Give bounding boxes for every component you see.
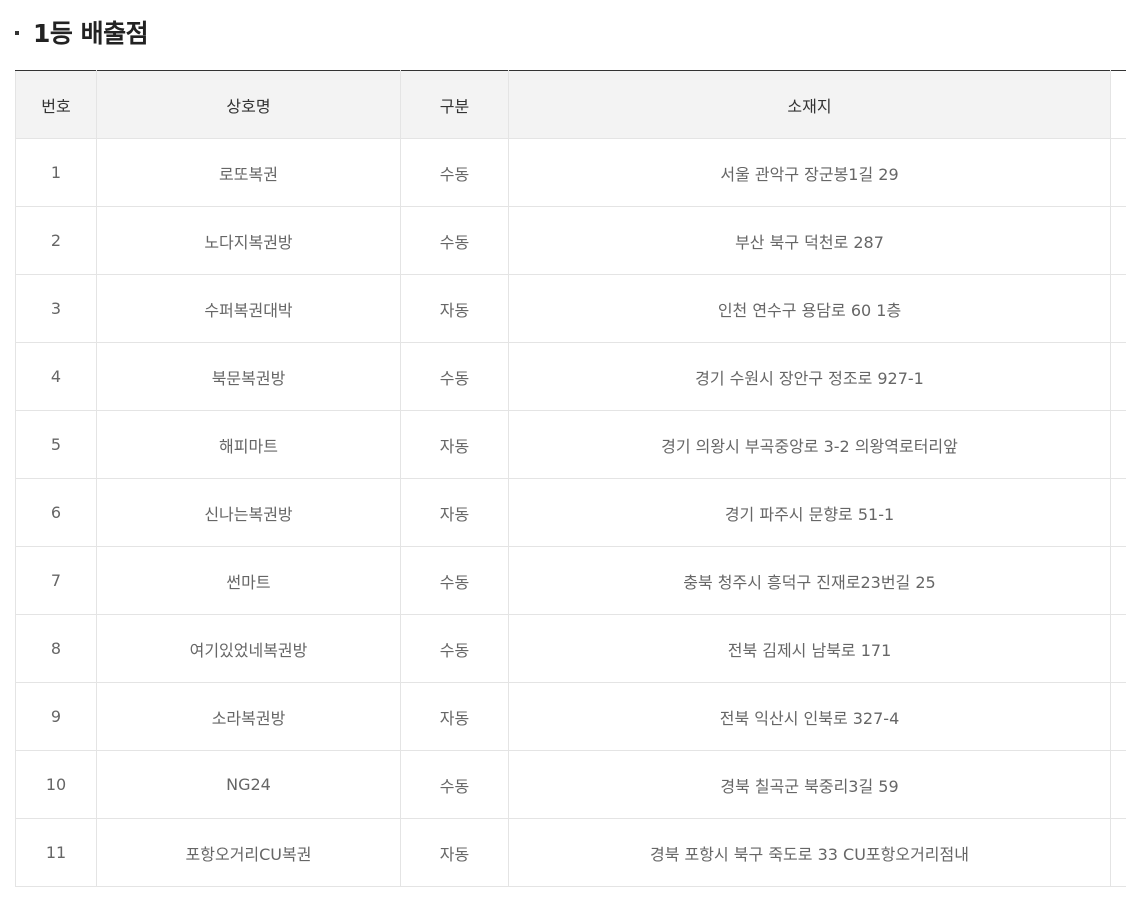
table-header-row: 번호 상호명 구분 소재지 — [15, 70, 1126, 139]
winning-stores-table-container: 번호 상호명 구분 소재지 1 로또복권 수동 서울 관악구 장군봉1길 29 2 노다지… — [15, 70, 1126, 887]
cell-name: 신나는복권방 — [96, 478, 401, 547]
cell-extra — [1110, 614, 1126, 683]
cell-no: 10 — [15, 750, 97, 819]
column-header-type: 구분 — [400, 70, 509, 139]
cell-name: 썬마트 — [96, 546, 401, 615]
cell-extra — [1110, 138, 1126, 207]
cell-no: 5 — [15, 410, 97, 479]
bullet-icon — [15, 31, 19, 35]
cell-address: 경기 파주시 문향로 51-1 — [508, 478, 1111, 547]
table-header: 번호 상호명 구분 소재지 — [15, 70, 1126, 139]
cell-name: 여기있었네복권방 — [96, 614, 401, 683]
cell-no: 8 — [15, 614, 97, 683]
cell-no: 6 — [15, 478, 97, 547]
cell-name: 수퍼복권대박 — [96, 274, 401, 343]
cell-name: 로또복권 — [96, 138, 401, 207]
cell-address: 충북 청주시 흥덕구 진재로23번길 25 — [508, 546, 1111, 615]
cell-no: 3 — [15, 274, 97, 343]
cell-extra — [1110, 342, 1126, 411]
cell-name: 소라복권방 — [96, 682, 401, 751]
cell-no: 11 — [15, 818, 97, 887]
cell-extra — [1110, 818, 1126, 887]
cell-no: 7 — [15, 546, 97, 615]
cell-type: 수동 — [400, 614, 509, 683]
cell-name: 포항오거리CU복권 — [96, 818, 401, 887]
cell-type: 자동 — [400, 410, 509, 479]
cell-address: 전북 김제시 남북로 171 — [508, 614, 1111, 683]
table-row: 8 여기있었네복권방 수동 전북 김제시 남북로 171 — [15, 614, 1126, 683]
cell-address: 경기 의왕시 부곡중앙로 3-2 의왕역로터리앞 — [508, 410, 1111, 479]
cell-type: 수동 — [400, 546, 509, 615]
cell-address: 경북 포항시 북구 죽도로 33 CU포항오거리점내 — [508, 818, 1111, 887]
column-header-extra — [1110, 70, 1126, 139]
cell-type: 자동 — [400, 682, 509, 751]
column-header-name: 상호명 — [96, 70, 401, 139]
cell-type: 수동 — [400, 342, 509, 411]
cell-type: 수동 — [400, 138, 509, 207]
cell-extra — [1110, 410, 1126, 479]
table-row: 6 신나는복권방 자동 경기 파주시 문향로 51-1 — [15, 478, 1126, 547]
cell-extra — [1110, 274, 1126, 343]
cell-no: 4 — [15, 342, 97, 411]
column-header-no: 번호 — [15, 70, 97, 139]
cell-address: 부산 북구 덕천로 287 — [508, 206, 1111, 275]
cell-name: NG24 — [96, 750, 401, 819]
table-row: 3 수퍼복권대박 자동 인천 연수구 용담로 60 1층 — [15, 274, 1126, 343]
winning-stores-table: 번호 상호명 구분 소재지 1 로또복권 수동 서울 관악구 장군봉1길 29 2 노다지… — [15, 70, 1126, 887]
cell-no: 9 — [15, 682, 97, 751]
cell-address: 경기 수원시 장안구 정조로 927-1 — [508, 342, 1111, 411]
cell-address: 전북 익산시 인북로 327-4 — [508, 682, 1111, 751]
cell-name: 노다지복권방 — [96, 206, 401, 275]
cell-type: 수동 — [400, 206, 509, 275]
cell-name: 해피마트 — [96, 410, 401, 479]
cell-type: 자동 — [400, 818, 509, 887]
cell-address: 경북 칠곡군 북중리3길 59 — [508, 750, 1111, 819]
cell-extra — [1110, 682, 1126, 751]
cell-type: 자동 — [400, 478, 509, 547]
cell-extra — [1110, 206, 1126, 275]
cell-type: 수동 — [400, 750, 509, 819]
section-title: 1등 배출점 — [33, 19, 149, 48]
cell-extra — [1110, 478, 1126, 547]
cell-no: 1 — [15, 138, 97, 207]
table-row: 10 NG24 수동 경북 칠곡군 북중리3길 59 — [15, 750, 1126, 819]
table-row: 9 소라복권방 자동 전북 익산시 인북로 327-4 — [15, 682, 1126, 751]
cell-name: 북문복권방 — [96, 342, 401, 411]
table-row: 2 노다지복권방 수동 부산 북구 덕천로 287 — [15, 206, 1126, 275]
column-header-address: 소재지 — [508, 70, 1111, 139]
table-row: 1 로또복권 수동 서울 관악구 장군봉1길 29 — [15, 138, 1126, 207]
table-row: 4 북문복권방 수동 경기 수원시 장안구 정조로 927-1 — [15, 342, 1126, 411]
cell-no: 2 — [15, 206, 97, 275]
cell-extra — [1110, 546, 1126, 615]
table-body: 1 로또복권 수동 서울 관악구 장군봉1길 29 2 노다지복권방 수동 부산 북구 덕천로… — [15, 138, 1126, 887]
cell-extra — [1110, 750, 1126, 819]
section-header: 1등 배출점 — [15, 12, 149, 52]
cell-type: 자동 — [400, 274, 509, 343]
table-row: 11 포항오거리CU복권 자동 경북 포항시 북구 죽도로 33 CU포항오거리점내 — [15, 818, 1126, 887]
cell-address: 서울 관악구 장군봉1길 29 — [508, 138, 1111, 207]
table-row: 7 썬마트 수동 충북 청주시 흥덕구 진재로23번길 25 — [15, 546, 1126, 615]
table-row: 5 해피마트 자동 경기 의왕시 부곡중앙로 3-2 의왕역로터리앞 — [15, 410, 1126, 479]
page: 1등 배출점 번호 상호명 구분 소재지 1 로또복권 수동 서울 관악구 장군봉1길 — [0, 0, 1126, 907]
cell-address: 인천 연수구 용담로 60 1층 — [508, 274, 1111, 343]
